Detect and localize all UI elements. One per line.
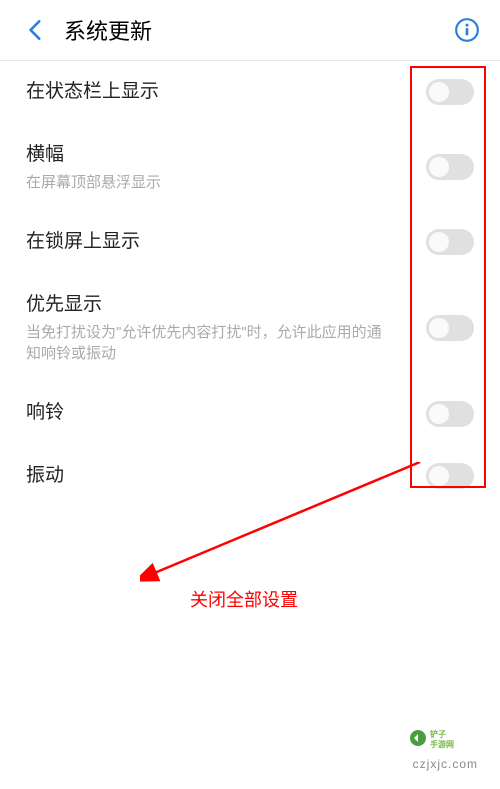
settings-list: 在状态栏上显示 横幅 在屏幕顶部悬浮显示 在锁屏上显示 优先显示 当免打扰设为"… bbox=[0, 61, 500, 508]
toggle-ring[interactable] bbox=[426, 401, 474, 427]
setting-row-ring: 响铃 bbox=[0, 382, 500, 445]
arrow-left-icon bbox=[23, 17, 49, 43]
toggle-vibrate[interactable] bbox=[426, 463, 474, 489]
setting-row-lockscreen: 在锁屏上显示 bbox=[0, 211, 500, 274]
setting-label: 横幅 bbox=[26, 142, 394, 169]
setting-row-priority: 优先显示 当免打扰设为"允许优先内容打扰"时，允许此应用的通知响铃或振动 bbox=[0, 274, 500, 383]
setting-label: 响铃 bbox=[26, 400, 394, 427]
setting-label: 优先显示 bbox=[26, 292, 394, 319]
setting-row-statusbar: 在状态栏上显示 bbox=[0, 61, 500, 124]
setting-desc: 当免打扰设为"允许优先内容打扰"时，允许此应用的通知响铃或振动 bbox=[26, 322, 394, 364]
setting-desc: 在屏幕顶部悬浮显示 bbox=[26, 172, 394, 193]
page-title: 系统更新 bbox=[64, 14, 152, 46]
svg-text:手游网: 手游网 bbox=[430, 739, 454, 749]
svg-text:铲子: 铲子 bbox=[430, 729, 446, 739]
back-button[interactable] bbox=[16, 10, 56, 50]
toggle-priority[interactable] bbox=[426, 315, 474, 341]
setting-row-vibrate: 振动 bbox=[0, 445, 500, 508]
annotation-text: 关闭全部设置 bbox=[190, 586, 298, 612]
setting-label: 在状态栏上显示 bbox=[26, 79, 394, 106]
watermark: 铲子 手游网 czjxjc.com bbox=[408, 726, 478, 771]
setting-row-banner: 横幅 在屏幕顶部悬浮显示 bbox=[0, 124, 500, 212]
watermark-url: czjxjc.com bbox=[408, 757, 478, 771]
watermark-logo-icon: 铲子 手游网 bbox=[408, 726, 478, 750]
header: 系统更新 bbox=[0, 0, 500, 60]
info-icon bbox=[454, 17, 480, 43]
toggle-statusbar[interactable] bbox=[426, 79, 474, 105]
info-button[interactable] bbox=[452, 15, 482, 45]
setting-label: 在锁屏上显示 bbox=[26, 229, 394, 256]
toggle-banner[interactable] bbox=[426, 154, 474, 180]
toggle-lockscreen[interactable] bbox=[426, 229, 474, 255]
setting-label: 振动 bbox=[26, 463, 394, 490]
